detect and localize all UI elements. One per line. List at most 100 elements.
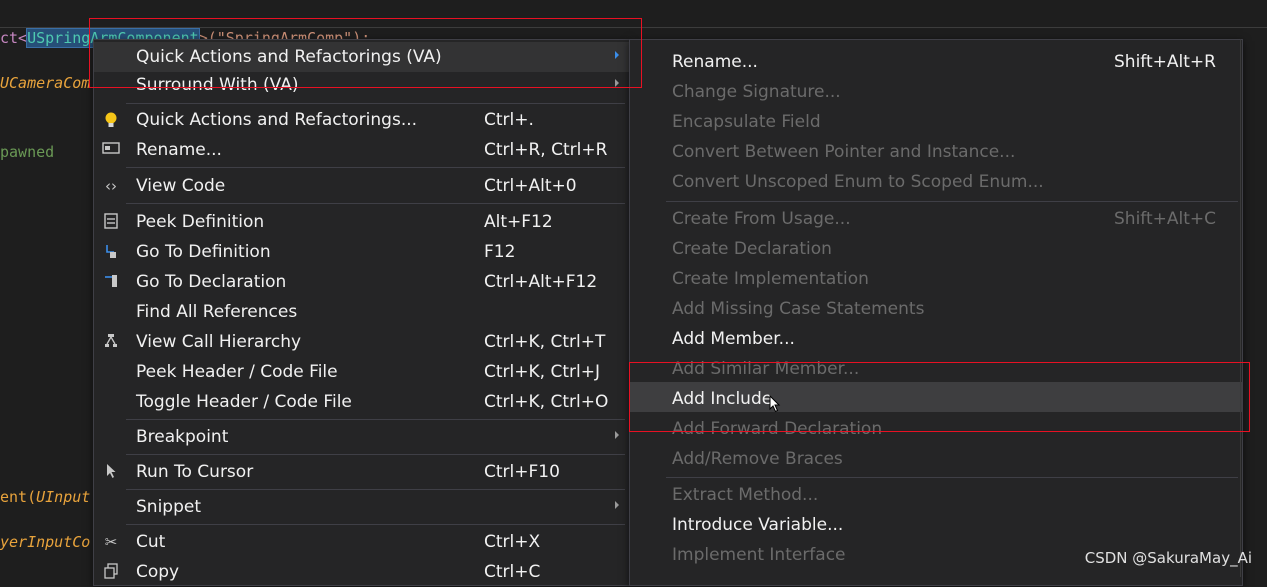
code-token-function: ent( — [0, 488, 37, 506]
submenu-item-shortcut: Shift+Alt+C — [1114, 209, 1217, 229]
menu-item-label: Peek Header / Code File — [136, 362, 338, 382]
menu-item-shortcut: Ctrl+F10 — [484, 462, 560, 482]
menu-item-view-call-hierarchy[interactable]: View Call Hierarchy Ctrl+K, Ctrl+T — [94, 327, 629, 357]
run-cursor-icon — [101, 463, 121, 481]
submenu-item-extract-method[interactable]: Extract Method... — [630, 480, 1242, 510]
lightbulb-icon — [101, 111, 121, 129]
copy-icon — [101, 563, 121, 581]
submenu-item-label: Encapsulate Field — [672, 112, 821, 132]
submenu-item-label: Add/Remove Braces — [672, 449, 843, 469]
menu-separator — [126, 489, 625, 490]
menu-item-go-to-declaration[interactable]: Go To Declaration Ctrl+Alt+F12 — [94, 267, 629, 297]
menu-item-label: Cut — [136, 532, 166, 552]
menu-item-label: Go To Definition — [136, 242, 271, 262]
submenu-item-add-member[interactable]: Add Member... — [630, 324, 1242, 354]
submenu-item-introduce-variable[interactable]: Introduce Variable... — [630, 510, 1242, 540]
menu-separator — [666, 201, 1238, 202]
menu-item-shortcut: Alt+F12 — [484, 212, 553, 232]
refactor-submenu: Rename... Shift+Alt+R Change Signature..… — [629, 39, 1243, 586]
menu-item-run-to-cursor[interactable]: Run To Cursor Ctrl+F10 — [94, 457, 629, 487]
menu-item-shortcut: Ctrl+C — [484, 562, 541, 582]
menu-item-view-code[interactable]: ‹› View Code Ctrl+Alt+0 — [94, 171, 629, 201]
menu-item-shortcut: F12 — [484, 242, 516, 262]
submenu-item-change-signature[interactable]: Change Signature... — [630, 77, 1242, 107]
menu-item-peek-header[interactable]: Peek Header / Code File Ctrl+K, Ctrl+J — [94, 357, 629, 387]
goto-definition-icon — [101, 243, 121, 261]
submenu-item-encapsulate-field[interactable]: Encapsulate Field — [630, 107, 1242, 137]
menu-item-label: Quick Actions and Refactorings... — [136, 110, 418, 130]
menu-item-shortcut: Ctrl+R, Ctrl+R — [484, 140, 608, 160]
menu-separator — [126, 103, 625, 104]
menu-item-label: Rename... — [136, 140, 222, 160]
call-hierarchy-icon — [101, 333, 121, 351]
goto-declaration-icon — [101, 273, 121, 291]
menu-item-label: Copy — [136, 562, 180, 582]
menu-separator — [126, 419, 625, 420]
menu-item-shortcut: Ctrl+Alt+F12 — [484, 272, 598, 292]
submenu-item-convert-enum[interactable]: Convert Unscoped Enum to Scoped Enum... — [630, 167, 1242, 197]
scrollbar-track[interactable] — [1240, 39, 1241, 577]
menu-item-shortcut: Ctrl+K, Ctrl+O — [484, 392, 609, 412]
menu-item-label: View Code — [136, 176, 226, 196]
menu-item-label: Go To Declaration — [136, 272, 287, 292]
menu-item-label: Run To Cursor — [136, 462, 254, 482]
menu-separator — [666, 477, 1238, 478]
submenu-item-label: Create Declaration — [672, 239, 832, 259]
submenu-item-rename[interactable]: Rename... Shift+Alt+R — [630, 47, 1242, 77]
peek-icon — [101, 213, 121, 231]
menu-separator — [126, 167, 625, 168]
submenu-item-create-implementation[interactable]: Create Implementation — [630, 264, 1242, 294]
code-line: pawned — [0, 143, 55, 161]
submenu-item-add-missing-case[interactable]: Add Missing Case Statements — [630, 294, 1242, 324]
menu-item-label: Snippet — [136, 497, 201, 517]
menu-item-shortcut: Ctrl+K, Ctrl+T — [484, 332, 606, 352]
submenu-arrow-icon — [615, 501, 619, 509]
menu-item-shortcut: Ctrl+X — [484, 532, 541, 552]
menu-item-shortcut: Ctrl+. — [484, 110, 534, 130]
menu-item-find-all-references[interactable]: Find All References — [94, 297, 629, 327]
menu-item-label: Peek Definition — [136, 212, 265, 232]
submenu-item-shortcut: Shift+Alt+R — [1114, 52, 1216, 72]
menu-item-snippet[interactable]: Snippet — [94, 492, 629, 522]
menu-separator — [126, 524, 625, 525]
watermark: CSDN @SakuraMay_Ai — [1084, 549, 1252, 567]
submenu-item-label: Introduce Variable... — [672, 515, 844, 535]
highlight-box-quick-actions — [89, 18, 642, 88]
menu-item-shortcut: Ctrl+Alt+0 — [484, 176, 577, 196]
menu-item-breakpoint[interactable]: Breakpoint — [94, 422, 629, 452]
submenu-item-label: Add Missing Case Statements — [672, 299, 925, 319]
menu-item-go-to-definition[interactable]: Go To Definition F12 — [94, 237, 629, 267]
code-line: ent(UInput — [0, 488, 90, 506]
scissors-icon: ✂ — [104, 533, 118, 551]
submenu-item-label: Create From Usage... — [672, 209, 851, 229]
submenu-item-create-from-usage[interactable]: Create From Usage... Shift+Alt+C — [630, 204, 1242, 234]
menu-item-toggle-header[interactable]: Toggle Header / Code File Ctrl+K, Ctrl+O — [94, 387, 629, 417]
code-icon: ‹› — [105, 177, 117, 195]
menu-item-copy[interactable]: Copy Ctrl+C — [94, 557, 629, 587]
menu-item-shortcut: Ctrl+K, Ctrl+J — [484, 362, 600, 382]
menu-separator — [126, 454, 625, 455]
submenu-item-label: Convert Between Pointer and Instance... — [672, 142, 1016, 162]
menu-item-label: View Call Hierarchy — [136, 332, 302, 352]
submenu-item-add-remove-braces[interactable]: Add/Remove Braces — [630, 444, 1242, 474]
context-menu: Quick Actions and Refactorings (VA) Surr… — [93, 39, 630, 586]
menu-item-cut[interactable]: ✂ Cut Ctrl+X — [94, 527, 629, 557]
menu-item-rename[interactable]: Rename... Ctrl+R, Ctrl+R — [94, 135, 629, 165]
menu-separator — [126, 203, 625, 204]
highlight-box-add-include — [629, 362, 1250, 432]
menu-item-label: Breakpoint — [136, 427, 229, 447]
submenu-arrow-icon — [615, 431, 619, 439]
menu-item-label: Toggle Header / Code File — [136, 392, 352, 412]
submenu-item-label: Extract Method... — [672, 485, 819, 505]
submenu-item-label: Create Implementation — [672, 269, 869, 289]
code-token-keyword: ct< — [0, 29, 28, 47]
menu-item-quick-actions[interactable]: Quick Actions and Refactorings... Ctrl+. — [94, 105, 629, 135]
submenu-item-convert-pointer[interactable]: Convert Between Pointer and Instance... — [630, 137, 1242, 167]
menu-item-peek-definition[interactable]: Peek Definition Alt+F12 — [94, 207, 629, 237]
rename-icon — [101, 141, 121, 159]
submenu-item-label: Add Member... — [672, 329, 795, 349]
submenu-item-create-declaration[interactable]: Create Declaration — [630, 234, 1242, 264]
submenu-item-label: Convert Unscoped Enum to Scoped Enum... — [672, 172, 1044, 192]
submenu-item-label: Rename... — [672, 52, 758, 72]
code-line: yerInputCo — [0, 533, 91, 551]
